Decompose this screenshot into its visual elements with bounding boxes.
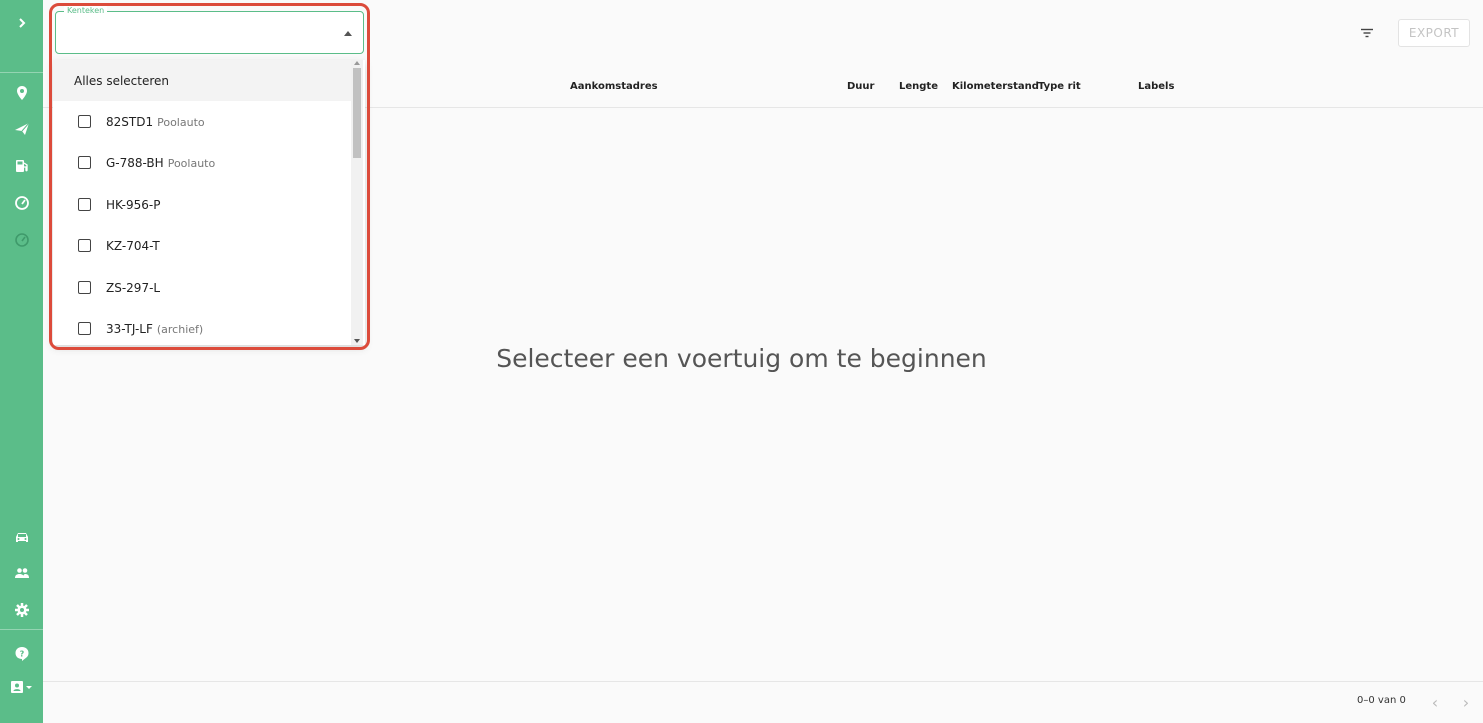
- option-plate: ZS-297-L: [106, 280, 161, 295]
- option-label: 33-TJ-LF (archief): [106, 322, 203, 336]
- account-icon[interactable]: [0, 672, 43, 702]
- option-plate: 33-TJ-LF: [106, 321, 153, 336]
- sidebar-divider: [0, 629, 43, 630]
- checkbox[interactable]: [78, 156, 91, 169]
- send-icon[interactable]: [0, 114, 43, 144]
- list-item[interactable]: KZ-704-T: [53, 225, 351, 266]
- list-item[interactable]: G-788-BH Poolauto: [53, 142, 351, 183]
- filter-icon[interactable]: [1356, 22, 1378, 44]
- option-label: G-788-BH Poolauto: [106, 156, 215, 170]
- scroll-up-icon[interactable]: [354, 61, 360, 65]
- checkbox[interactable]: [78, 115, 91, 128]
- gear-icon[interactable]: [0, 595, 43, 625]
- option-plate: G-788-BH: [106, 155, 164, 170]
- pagination-count: 0–0 van 0: [1357, 695, 1406, 706]
- scroll-down-icon[interactable]: [354, 339, 360, 343]
- next-page-icon[interactable]: ›: [1456, 692, 1476, 712]
- people-icon[interactable]: [0, 558, 43, 588]
- previous-page-icon[interactable]: ‹: [1425, 692, 1445, 712]
- license-plate-select-label: Kenteken: [64, 5, 108, 17]
- chevron-up-icon[interactable]: [344, 31, 352, 36]
- column-header-labels[interactable]: Labels: [1138, 81, 1174, 92]
- option-note: Poolauto: [157, 115, 205, 129]
- scrollbar-thumb[interactable]: [353, 68, 361, 158]
- fuel-icon[interactable]: [0, 151, 43, 181]
- option-label: HK-956-P: [106, 198, 164, 212]
- list-item[interactable]: HK-956-P: [53, 184, 351, 225]
- option-label: ZS-297-L: [106, 281, 164, 295]
- option-label: KZ-704-T: [106, 239, 164, 253]
- table-footer: [43, 681, 1483, 723]
- select-all-option[interactable]: Alles selecteren: [53, 60, 351, 101]
- list-item[interactable]: ZS-297-L: [53, 267, 351, 308]
- checkbox[interactable]: [78, 322, 91, 335]
- sidebar-divider: [0, 72, 43, 73]
- column-header-type-rit[interactable]: Type rit: [1038, 81, 1081, 92]
- checkbox[interactable]: [78, 239, 91, 252]
- svg-text:?: ?: [19, 650, 24, 659]
- option-plate: KZ-704-T: [106, 238, 160, 253]
- car-icon[interactable]: [0, 522, 43, 552]
- option-note: Poolauto: [167, 156, 216, 170]
- option-plate: 82STD1: [106, 114, 154, 129]
- checkbox[interactable]: [78, 198, 91, 211]
- option-plate: HK-956-P: [106, 197, 161, 212]
- menu-scrollbar[interactable]: [351, 60, 363, 345]
- speedometer-icon[interactable]: [0, 188, 43, 218]
- column-header-duur[interactable]: Duur: [847, 81, 874, 92]
- list-item[interactable]: 33-TJ-LF (archief): [53, 308, 351, 345]
- option-note: (archief): [156, 322, 204, 336]
- chevron-right-icon[interactable]: [0, 8, 43, 38]
- list-item[interactable]: 82STD1 Poolauto: [53, 101, 351, 142]
- sidebar: ?: [0, 0, 43, 723]
- column-header-lengte[interactable]: Lengte: [899, 81, 938, 92]
- license-plate-menu: Alles selecteren 82STD1 Poolauto G-788-BH…: [53, 60, 365, 345]
- empty-state-message: Selecteer een voertuig om te beginnen: [496, 344, 987, 373]
- export-button[interactable]: EXPORT: [1398, 19, 1470, 47]
- help-icon[interactable]: ?: [0, 639, 43, 669]
- column-header-kilometerstand[interactable]: Kilometerstand: [952, 81, 1039, 92]
- location-icon[interactable]: [0, 78, 43, 108]
- speedometer-outline-icon[interactable]: [0, 225, 43, 255]
- license-plate-select[interactable]: Kenteken: [55, 5, 364, 54]
- column-header-aankomstadres[interactable]: Aankomstadres: [570, 81, 658, 92]
- option-label: 82STD1 Poolauto: [106, 115, 205, 129]
- checkbox[interactable]: [78, 281, 91, 294]
